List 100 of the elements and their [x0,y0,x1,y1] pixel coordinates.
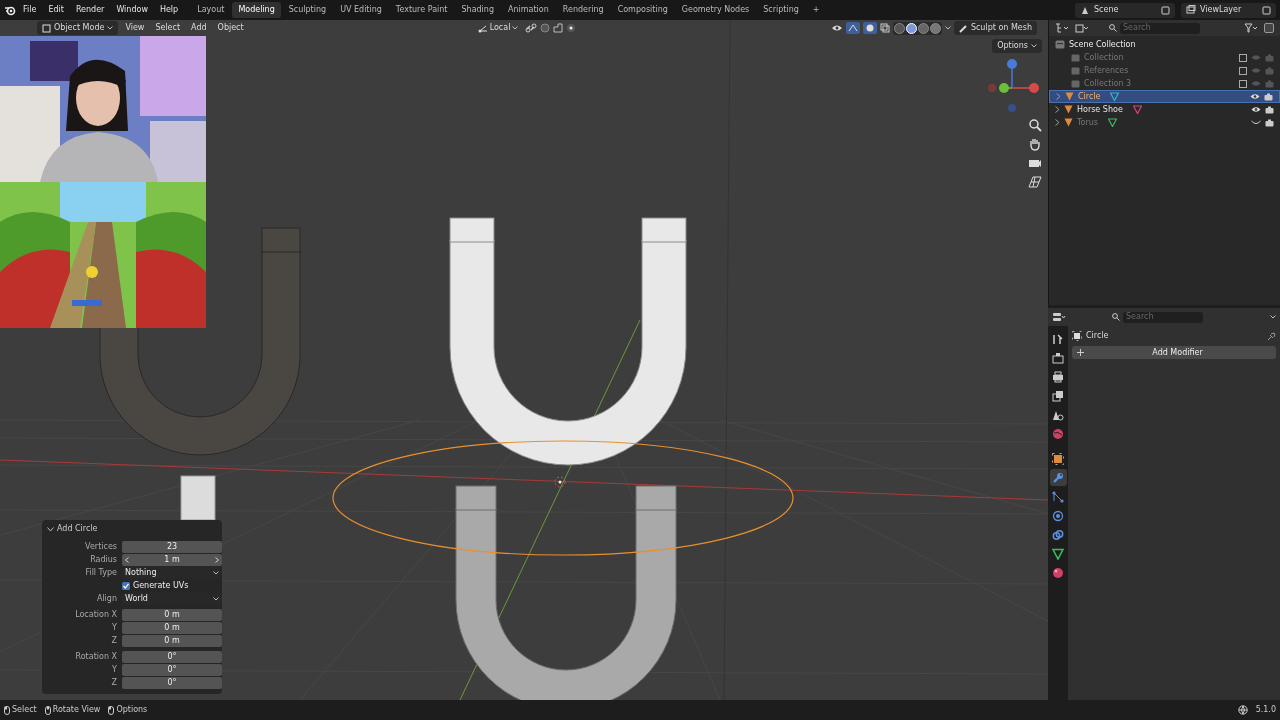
visibility-icon[interactable] [830,23,843,33]
overlay-icon[interactable] [862,22,877,34]
status-hint: Options [108,704,148,716]
mode-dropdown[interactable]: Object Mode [37,21,119,35]
chevron-icon [213,571,219,575]
camera-icon[interactable] [1265,118,1274,127]
search-field[interactable]: Search [1123,311,1203,323]
checkbox[interactable] [1239,53,1247,62]
workspace-tab[interactable]: Animation [502,2,555,18]
properties-tab[interactable] [1049,450,1067,467]
layers-icon [1052,389,1064,402]
triangle-icon [1052,547,1064,560]
globe-icon[interactable] [1237,705,1248,715]
menu-item[interactable]: Help [154,3,184,17]
add-workspace-button[interactable]: + [806,2,826,18]
proportional-edit-icon[interactable] [566,23,577,33]
workspace-tab[interactable]: Texture Paint [389,2,454,18]
checkbox[interactable] [1239,79,1247,88]
options-dropdown[interactable]: Options [992,39,1042,53]
layers-icon [1186,5,1196,15]
menu-item[interactable]: View [121,21,149,35]
eye-icon[interactable] [1251,106,1261,113]
outliner-item[interactable]: Horse Shoe [1049,103,1280,116]
add-modifier-button[interactable]: Add Modifier [1072,346,1276,359]
pin-icon[interactable] [1267,331,1276,341]
item-label: Circle [1078,90,1101,103]
zoom-icon[interactable] [1028,118,1042,132]
checkbox[interactable] [1239,66,1247,75]
mesh-data-icon[interactable] [1132,105,1142,114]
number-field[interactable]: 0° [122,677,222,689]
snap-target-icon[interactable] [553,23,564,33]
workspace-tab[interactable]: Scripting [757,2,805,18]
workspace-tab[interactable]: Sculpting [282,2,333,18]
camera-icon[interactable] [1264,92,1273,101]
gizmo-icon[interactable] [845,22,860,34]
snap-icon[interactable] [540,23,551,33]
number-field[interactable]: 0 m [122,622,222,634]
item-label: Torus [1077,116,1098,129]
new-collection-icon[interactable] [1264,23,1274,33]
search-field[interactable]: Search [1120,22,1200,34]
workspace-tab[interactable]: Rendering [556,2,610,18]
object-icon [1072,331,1082,341]
checkbox[interactable]: Generate UVs [122,580,222,592]
arrow-left-icon[interactable] [125,557,129,563]
copy-icon[interactable] [1161,5,1170,15]
menu-item[interactable]: Select [151,21,185,35]
scene-selector[interactable]: Scene [1075,2,1175,18]
cube-icon [42,23,51,33]
link-icon[interactable] [525,23,538,33]
item-label: Horse Shoe [1077,103,1123,116]
number-field[interactable]: 23 [122,541,222,553]
number-field[interactable]: 0 m [122,609,222,621]
mouse-icon [44,705,51,715]
menu-item[interactable]: File [18,3,42,17]
plus-icon [1077,349,1084,356]
properties-tab[interactable] [1049,469,1067,486]
app-logo-icon[interactable] [4,4,16,16]
closed-eye-icon[interactable] [1251,119,1261,126]
filter-icon[interactable] [1244,23,1258,33]
menu-item[interactable]: Window [111,3,153,17]
tool-icon [1052,332,1064,345]
mouse-icon [4,705,10,715]
mesh-data-icon[interactable] [1107,118,1117,127]
editor-type-icon[interactable] [1052,312,1066,322]
grid-icon[interactable] [1028,175,1042,189]
view-layer-selector[interactable]: ViewLayer [1181,2,1276,18]
mesh-data-icon[interactable] [1110,92,1120,101]
eye-icon[interactable] [1250,93,1260,100]
workspace-tab[interactable]: Geometry Nodes [675,2,756,18]
item-label: References [1084,64,1129,77]
field-label: Fill Type [84,567,117,579]
hand-icon[interactable] [1028,137,1042,151]
dropdown[interactable]: Nothing [122,567,222,579]
workspace-tab[interactable]: Modeling [232,2,281,18]
workspace-tab[interactable]: Layout [191,2,231,18]
editor-type-icon[interactable] [1055,23,1069,33]
camera-icon[interactable] [1265,105,1274,114]
pivot-dropdown[interactable]: Local [473,21,523,35]
copy-icon[interactable] [1262,5,1271,15]
outliner-item[interactable]: Circle [1049,90,1280,103]
sculpt-button[interactable]: Sculpt on Mesh [953,21,1037,35]
camera-back-icon [1052,351,1064,364]
outliner-item[interactable]: Scene Collection [1049,38,1280,51]
menu-item[interactable]: Add [187,21,211,35]
menu-item[interactable]: Edit [43,3,69,17]
menu-item[interactable]: Render [70,3,110,17]
panel-header[interactable]: Add Circle [47,523,98,535]
workspace-tab[interactable]: Shading [455,2,500,18]
arrow-right-icon[interactable] [215,557,219,563]
menu-item[interactable]: Object [213,21,248,35]
number-field[interactable]: 0° [122,664,222,676]
number-field[interactable]: 1 m [122,554,222,566]
brush-icon [958,23,968,33]
xray-icon[interactable] [879,23,890,33]
circle-outline[interactable] [332,440,794,556]
number-field[interactable]: 0 m [122,635,222,647]
workspace-tab[interactable]: Compositing [611,2,674,18]
number-field[interactable]: 0° [122,651,222,663]
workspace-tab[interactable]: UV Editing [334,2,388,18]
display-mode-icon[interactable] [1075,23,1089,33]
